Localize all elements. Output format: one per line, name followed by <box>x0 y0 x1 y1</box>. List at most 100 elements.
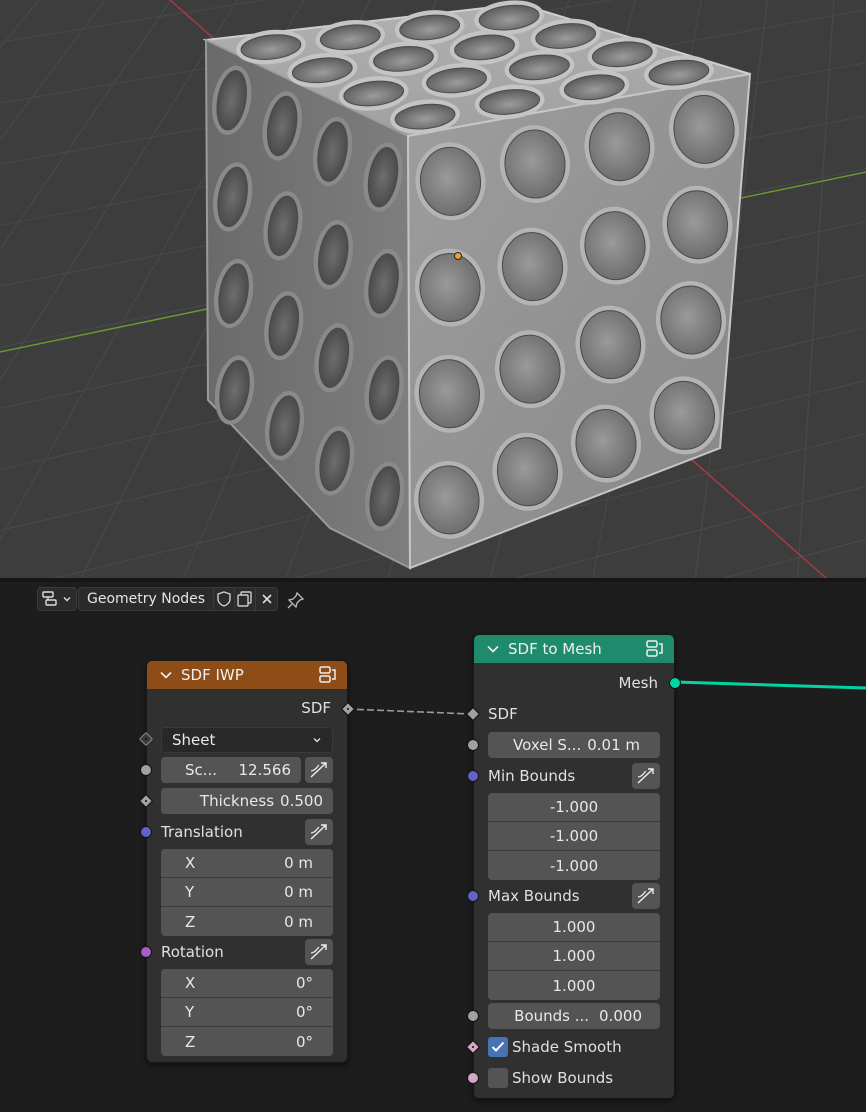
node-group-icon <box>644 638 666 660</box>
rotation-z-field[interactable]: Z 0° <box>161 1027 333 1056</box>
scale-label: Sc... <box>185 761 218 779</box>
axis-value: 0° <box>295 1032 313 1051</box>
mode-dropdown[interactable]: Sheet <box>161 727 333 753</box>
unlink-button[interactable] <box>256 588 277 610</box>
curve-mapping-icon <box>310 762 327 778</box>
node-group-icon <box>317 664 339 686</box>
voxel-size-value: 0.01 m <box>587 736 640 754</box>
duplicate-button[interactable] <box>235 588 257 610</box>
show-bounds-socket[interactable] <box>467 1072 479 1084</box>
voxel-size-field[interactable]: Voxel S... 0.01 m <box>488 732 660 758</box>
rotation-vector[interactable]: X 0° Y 0° Z 0° <box>161 969 333 1056</box>
node-title: SDF IWP <box>181 666 244 684</box>
axis-label: X <box>185 854 196 872</box>
pin-icon <box>287 591 305 609</box>
min-bounds-vector[interactable]: -1.000 -1.000 -1.000 <box>488 793 660 880</box>
translation-x-field[interactable]: X 0 m <box>161 849 333 878</box>
axis-value: 0° <box>295 974 313 992</box>
scale-value: 12.566 <box>238 761 292 779</box>
node-group-selector[interactable]: Geometry Nodes <box>78 587 278 611</box>
show-bounds-checkbox[interactable] <box>488 1068 508 1088</box>
chevron-down-icon <box>63 597 71 602</box>
max-bounds-curve-button[interactable] <box>632 883 660 909</box>
node-sdf-to-mesh[interactable]: SDF to Mesh Mesh SDF Voxel S... 0.01 m M <box>465 634 681 1099</box>
max-bounds-vector[interactable]: 1.000 1.000 1.000 <box>488 913 660 1000</box>
min-bounds-z-field[interactable]: -1.000 <box>488 851 660 880</box>
axis-label: Y <box>185 883 195 901</box>
min-bounds-socket[interactable] <box>467 770 479 782</box>
node-editor[interactable]: Geometry Nodes SDF IWP SDF Sheet Sc... 1… <box>0 582 866 1112</box>
bounds-padding-value: 0.000 <box>599 1007 642 1025</box>
node-header[interactable]: SDF to Mesh <box>474 635 674 663</box>
voxel-size-socket[interactable] <box>467 739 479 751</box>
rotation-socket[interactable] <box>140 946 152 958</box>
output-mesh-label: Mesh <box>618 674 659 692</box>
mode-value: Sheet <box>172 731 216 749</box>
node-links <box>346 680 866 715</box>
node-editor-icon <box>42 591 57 606</box>
min-bounds-label: Min Bounds <box>488 767 576 785</box>
scale-socket[interactable] <box>140 764 152 776</box>
duplicate-icon <box>237 591 252 607</box>
scale-curve-button[interactable] <box>305 757 333 783</box>
translation-z-field[interactable]: Z 0 m <box>161 907 333 936</box>
max-bounds-socket[interactable] <box>467 890 479 902</box>
translation-vector[interactable]: X 0 m Y 0 m Z 0 m <box>161 849 333 936</box>
chevron-down-icon[interactable] <box>486 642 500 656</box>
axis-value: 0 m <box>284 912 313 931</box>
shade-smooth-checkbox[interactable] <box>488 1037 508 1057</box>
thickness-field[interactable]: Thickness 0.500 <box>161 788 333 814</box>
chevron-down-icon <box>313 738 321 743</box>
link-mesh <box>674 680 866 690</box>
close-icon <box>261 594 272 604</box>
curve-mapping-icon <box>310 944 327 960</box>
axis-label: Z <box>185 1032 196 1051</box>
link-sdf <box>346 708 473 715</box>
input-sdf-label: SDF <box>488 705 518 723</box>
rotation-curve-button[interactable] <box>305 939 333 965</box>
node-header[interactable]: SDF IWP <box>147 661 347 689</box>
axis-value: 0 m <box>284 883 313 901</box>
editor-type-button[interactable] <box>37 587 77 611</box>
thickness-value: 0.500 <box>280 792 323 810</box>
iwp-lattice-cube <box>202 0 752 570</box>
node-group-name[interactable]: Geometry Nodes <box>79 588 215 610</box>
node-sdf-iwp[interactable]: SDF IWP SDF Sheet Sc... 12.566 Thickness… <box>138 660 356 1063</box>
translation-curve-button[interactable] <box>305 819 333 845</box>
rotation-x-field[interactable]: X 0° <box>161 969 333 998</box>
voxel-size-label: Voxel S... <box>513 736 582 754</box>
rotation-y-field[interactable]: Y 0° <box>161 998 333 1027</box>
output-sdf-label: SDF <box>301 699 331 717</box>
bounds-padding-socket[interactable] <box>467 1010 479 1022</box>
max-bounds-z-field[interactable]: 1.000 <box>488 971 660 1000</box>
scale-field[interactable]: Sc... 12.566 <box>161 757 301 783</box>
min-bounds-y-field[interactable]: -1.000 <box>488 822 660 851</box>
show-bounds-label: Show Bounds <box>512 1069 614 1087</box>
translation-label: Translation <box>161 823 243 841</box>
max-bounds-y-field[interactable]: 1.000 <box>488 942 660 971</box>
axis-value: 0° <box>295 1003 313 1021</box>
bounds-padding-label: Bounds ... <box>514 1007 590 1025</box>
curve-mapping-icon <box>310 824 327 840</box>
fake-user-button[interactable] <box>214 588 236 610</box>
curve-mapping-icon <box>637 888 654 904</box>
axis-label: Y <box>185 1003 195 1021</box>
shade-smooth-label: Shade Smooth <box>512 1038 622 1056</box>
output-mesh-socket[interactable] <box>669 677 681 689</box>
translation-y-field[interactable]: Y 0 m <box>161 878 333 907</box>
translation-socket[interactable] <box>140 826 152 838</box>
pin-button[interactable] <box>286 590 306 610</box>
node-tree-icon <box>646 640 663 657</box>
min-bounds-curve-button[interactable] <box>632 763 660 789</box>
3d-viewport[interactable] <box>0 0 866 578</box>
min-bounds-x-field[interactable]: -1.000 <box>488 793 660 822</box>
max-bounds-label: Max Bounds <box>488 887 580 905</box>
fake-user-shield-icon <box>217 591 231 607</box>
viewport-scene <box>0 0 866 578</box>
chevron-down-icon[interactable] <box>159 668 173 682</box>
bounds-padding-field[interactable]: Bounds ... 0.000 <box>488 1003 660 1029</box>
node-tree-icon <box>319 666 336 683</box>
max-bounds-x-field[interactable]: 1.000 <box>488 913 660 942</box>
checkmark-icon <box>491 1041 505 1052</box>
rotation-label: Rotation <box>161 943 224 961</box>
